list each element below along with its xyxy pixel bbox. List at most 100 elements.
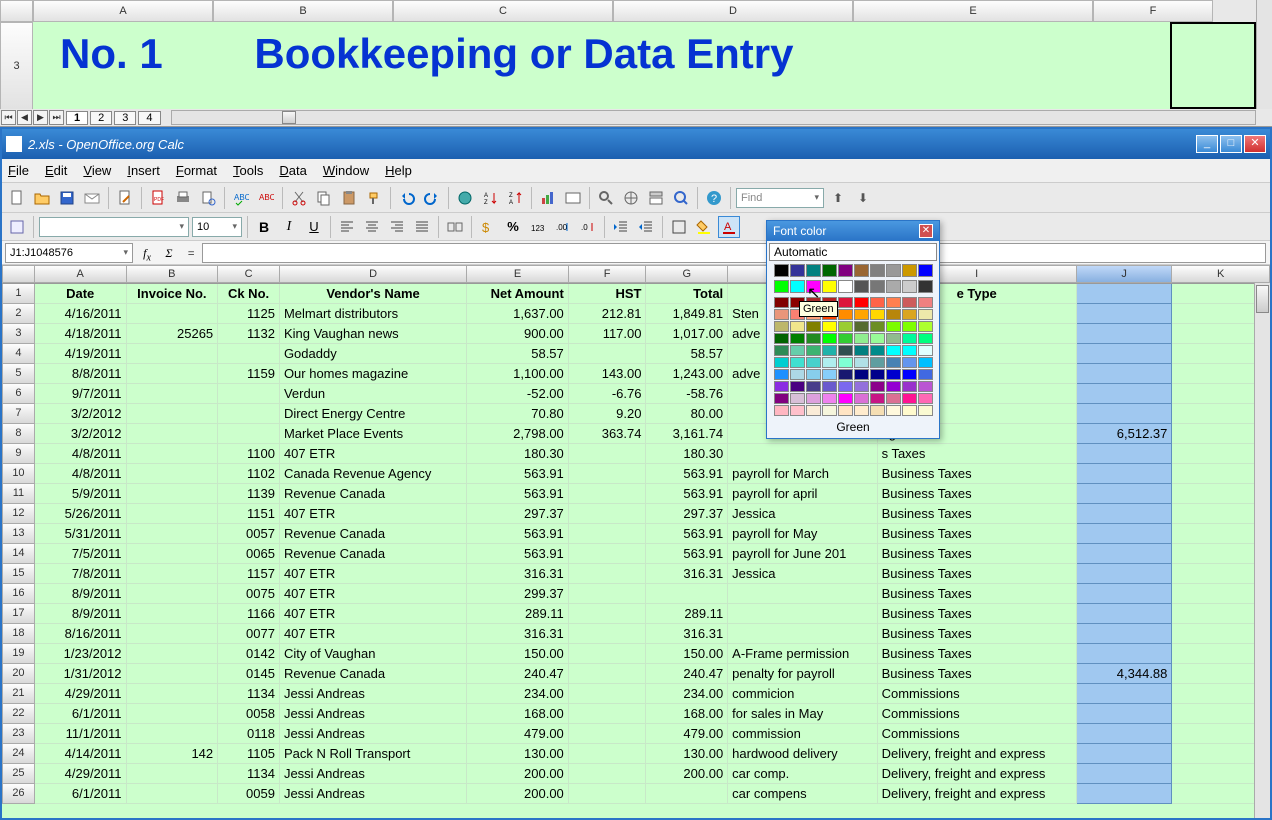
col-header-F[interactable]: F <box>569 265 647 283</box>
preview-col-B[interactable]: B <box>213 0 393 22</box>
cell[interactable] <box>1077 704 1173 724</box>
color-swatch[interactable] <box>838 333 853 344</box>
cell[interactable] <box>569 544 647 564</box>
cell[interactable]: 6/1/2011 <box>35 784 127 804</box>
cell[interactable] <box>1077 604 1173 624</box>
cell[interactable]: 1,017.00 <box>646 324 728 344</box>
cell[interactable]: 150.00 <box>467 644 569 664</box>
cell[interactable]: 1159 <box>218 364 280 384</box>
row-header-11[interactable]: 11 <box>2 484 35 504</box>
autospell-icon[interactable]: ABC <box>255 187 277 209</box>
navigator-icon[interactable] <box>620 187 642 209</box>
color-swatch[interactable] <box>918 264 933 277</box>
cell[interactable]: 7/8/2011 <box>35 564 127 584</box>
cell[interactable]: 80.00 <box>646 404 728 424</box>
cell[interactable]: 234.00 <box>467 684 569 704</box>
cell[interactable]: 9.20 <box>569 404 647 424</box>
color-swatch[interactable] <box>806 393 821 404</box>
menu-window[interactable]: Window <box>323 163 369 178</box>
cell[interactable]: Jessica <box>728 504 877 524</box>
cell[interactable]: Our homes magazine <box>280 364 467 384</box>
automatic-color-option[interactable]: Automatic <box>769 243 937 261</box>
cell[interactable]: 1,637.00 <box>467 304 569 324</box>
cell[interactable]: 8/9/2011 <box>35 584 127 604</box>
maximize-button[interactable]: □ <box>1220 135 1242 153</box>
cell[interactable]: 4/14/2011 <box>35 744 127 764</box>
cell[interactable]: 479.00 <box>646 724 728 744</box>
col-header-B[interactable]: B <box>127 265 219 283</box>
cell[interactable] <box>569 784 647 804</box>
color-swatch[interactable] <box>918 345 933 356</box>
fontcolor-icon[interactable]: A <box>718 216 740 238</box>
cell[interactable]: City of Vaughan <box>280 644 467 664</box>
cell[interactable]: 563.91 <box>467 544 569 564</box>
row-header-12[interactable]: 12 <box>2 504 35 524</box>
color-swatch[interactable] <box>886 280 901 293</box>
color-swatch[interactable] <box>902 309 917 320</box>
color-swatch[interactable] <box>838 297 853 308</box>
header-cell[interactable]: Vendor's Name <box>280 284 467 304</box>
col-header-G[interactable]: G <box>646 265 728 283</box>
cell[interactable]: 70.80 <box>467 404 569 424</box>
cell[interactable]: 0057 <box>218 524 280 544</box>
find-icon[interactable] <box>595 187 617 209</box>
cell[interactable] <box>127 584 219 604</box>
color-swatch[interactable] <box>822 264 837 277</box>
cell[interactable] <box>1077 304 1173 324</box>
color-swatch[interactable] <box>790 357 805 368</box>
col-header-E[interactable]: E <box>467 265 569 283</box>
color-swatch[interactable] <box>902 381 917 392</box>
row-header-4[interactable]: 4 <box>2 344 35 364</box>
cell[interactable] <box>728 604 877 624</box>
cell[interactable]: 200.00 <box>467 784 569 804</box>
color-swatch[interactable] <box>774 357 789 368</box>
cell[interactable] <box>1077 364 1173 384</box>
cut-icon[interactable] <box>288 187 310 209</box>
cell[interactable]: Canada Revenue Agency <box>280 464 467 484</box>
color-swatch[interactable] <box>918 381 933 392</box>
cell[interactable]: 1132 <box>218 324 280 344</box>
close-button[interactable]: ✕ <box>1244 135 1266 153</box>
cell[interactable]: hardwood delivery <box>728 744 877 764</box>
color-swatch[interactable] <box>790 264 805 277</box>
cell[interactable]: payroll for March <box>728 464 877 484</box>
cell[interactable] <box>569 484 647 504</box>
color-swatch[interactable] <box>902 369 917 380</box>
merge-cells-icon[interactable] <box>444 216 466 238</box>
color-swatch[interactable] <box>854 357 869 368</box>
cell[interactable]: A-Frame permission <box>728 644 877 664</box>
color-swatch[interactable] <box>854 381 869 392</box>
cell[interactable] <box>127 424 219 444</box>
preview-col-F[interactable]: F <box>1093 0 1213 22</box>
cell[interactable]: 5/26/2011 <box>35 504 127 524</box>
cell[interactable]: 3/2/2012 <box>35 404 127 424</box>
color-swatch[interactable] <box>822 345 837 356</box>
cell[interactable]: -52.00 <box>467 384 569 404</box>
font-name-combo[interactable] <box>39 217 189 237</box>
cell[interactable]: 1100 <box>218 444 280 464</box>
cell[interactable]: penalty for payroll <box>728 664 877 684</box>
cell[interactable]: commission <box>728 724 877 744</box>
row-header-25[interactable]: 25 <box>2 764 35 784</box>
cell[interactable]: 289.11 <box>646 604 728 624</box>
cell[interactable]: 8/16/2011 <box>35 624 127 644</box>
color-swatch[interactable] <box>886 333 901 344</box>
cell[interactable]: 5/31/2011 <box>35 524 127 544</box>
col-header-C[interactable]: C <box>218 265 280 283</box>
header-cell[interactable]: Ck No. <box>218 284 280 304</box>
row-header-14[interactable]: 14 <box>2 544 35 564</box>
cell[interactable] <box>127 544 219 564</box>
cell[interactable] <box>1077 784 1173 804</box>
cell[interactable]: -6.76 <box>569 384 647 404</box>
cell[interactable]: 58.57 <box>646 344 728 364</box>
cell[interactable]: 4/29/2011 <box>35 684 127 704</box>
cell[interactable] <box>569 724 647 744</box>
cell[interactable]: 0118 <box>218 724 280 744</box>
name-box[interactable]: J1:J1048576 <box>5 243 133 263</box>
cell[interactable]: 6,512.37 <box>1077 424 1173 444</box>
color-swatch[interactable] <box>822 321 837 332</box>
cell[interactable]: 299.37 <box>467 584 569 604</box>
row-header-5[interactable]: 5 <box>2 364 35 384</box>
tab-nav-next[interactable]: ▶ <box>33 110 48 125</box>
row-header-22[interactable]: 22 <box>2 704 35 724</box>
